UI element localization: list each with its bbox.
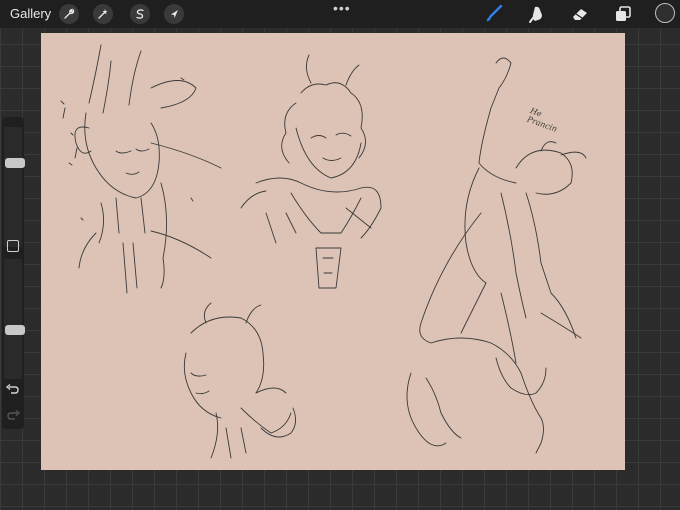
more-options-indicator[interactable]: ••• — [333, 0, 351, 16]
selection-button[interactable] — [130, 4, 150, 24]
color-picker-button[interactable] — [655, 3, 675, 23]
adjustments-button[interactable] — [93, 4, 113, 24]
actions-button[interactable] — [59, 4, 79, 24]
opacity-slider[interactable] — [4, 259, 25, 379]
brush-tool-button[interactable] — [484, 4, 504, 24]
modify-button[interactable] — [7, 240, 19, 252]
layers-icon — [616, 6, 631, 21]
wrench-icon — [64, 8, 75, 19]
left-sidebar — [2, 117, 25, 429]
layers-button[interactable] — [613, 4, 633, 24]
eraser-icon — [573, 9, 587, 20]
drawing-canvas[interactable]: He Prancin — [41, 33, 625, 470]
brush-size-thumb[interactable] — [5, 157, 25, 168]
opacity-thumb[interactable] — [5, 325, 25, 335]
undo-icon — [5, 383, 19, 394]
brush-size-slider[interactable] — [4, 127, 25, 247]
top-toolbar: Gallery ••• — [0, 0, 680, 28]
sketch-horned-figure — [60, 44, 222, 294]
magic-wand-icon — [98, 9, 108, 19]
transform-button[interactable] — [164, 4, 184, 24]
selection-icon — [136, 9, 144, 19]
sketch-artwork — [60, 44, 587, 459]
transform-arrow-icon — [171, 10, 178, 18]
smudge-tool-button[interactable] — [527, 4, 547, 24]
sketch-curly-figure — [240, 54, 382, 289]
gallery-button[interactable]: Gallery — [10, 6, 51, 21]
undo-button[interactable] — [5, 383, 21, 397]
eraser-tool-button[interactable] — [570, 4, 590, 24]
redo-icon — [7, 409, 21, 420]
sketch-profile-figure — [183, 302, 296, 459]
smudge-icon — [529, 6, 542, 23]
brush-icon — [486, 4, 503, 22]
redo-button[interactable] — [5, 409, 21, 423]
